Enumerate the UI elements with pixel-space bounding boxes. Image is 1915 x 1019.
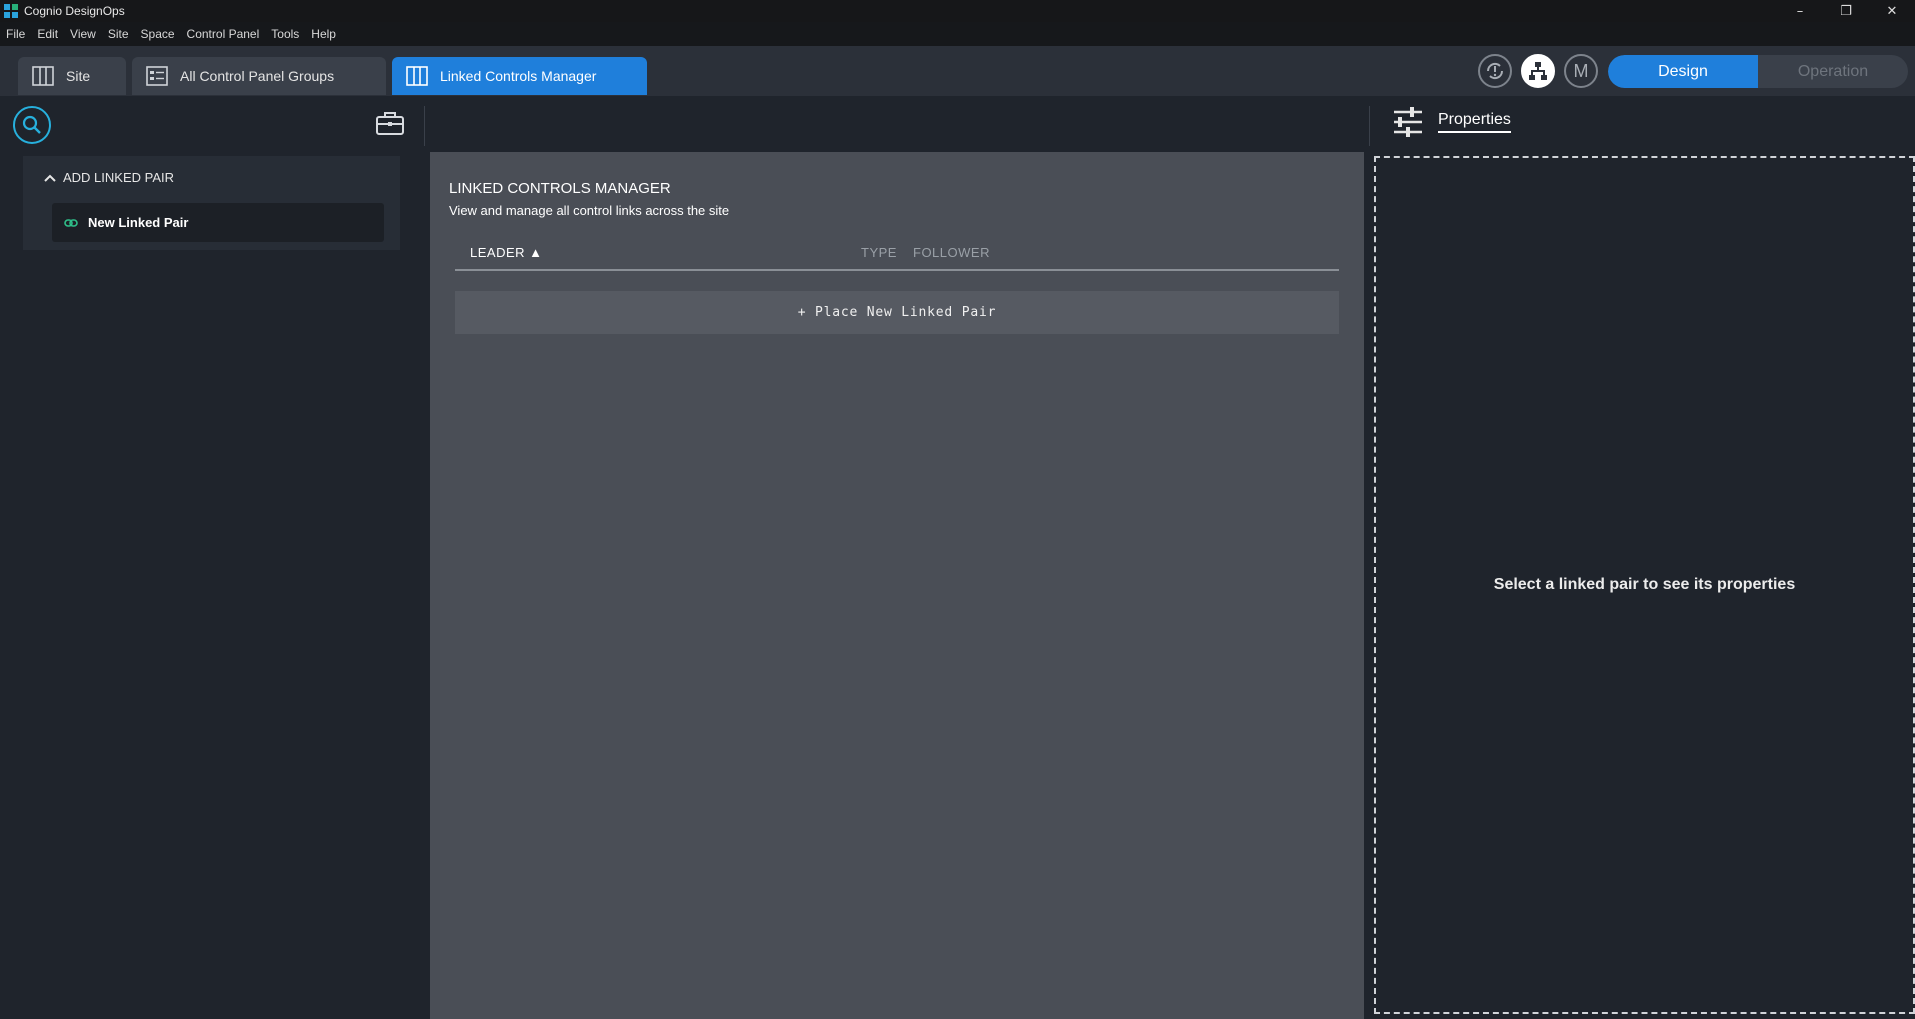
window-title: Cognio DesignOps bbox=[24, 4, 125, 18]
search-icon bbox=[22, 115, 41, 134]
section-header[interactable]: ADD LINKED PAIR bbox=[43, 170, 174, 185]
column-header-follower[interactable]: FOLLOWER bbox=[913, 245, 990, 260]
user-avatar[interactable]: M bbox=[1564, 54, 1598, 88]
columns-icon bbox=[32, 66, 54, 86]
menu-file[interactable]: File bbox=[6, 27, 25, 41]
column-header-leader[interactable]: LEADER ▲ bbox=[470, 245, 543, 260]
menu-control-panel[interactable]: Control Panel bbox=[187, 27, 260, 41]
search-button[interactable] bbox=[13, 106, 51, 144]
design-mode-button[interactable]: Design bbox=[1608, 55, 1758, 88]
maximize-button[interactable]: ❐ bbox=[1823, 0, 1869, 22]
control-panel-icon bbox=[146, 66, 168, 86]
sync-alert-icon bbox=[1486, 62, 1504, 80]
app-logo-icon bbox=[4, 4, 18, 18]
window-controls: – ❐ ✕ bbox=[1777, 0, 1915, 22]
page-subtitle: View and manage all control links across… bbox=[449, 203, 730, 218]
columns-icon bbox=[406, 66, 428, 86]
new-linked-pair-item[interactable]: New Linked Pair bbox=[52, 203, 384, 242]
tab-linked-controls-manager[interactable]: Linked Controls Manager bbox=[392, 57, 647, 95]
network-button[interactable] bbox=[1521, 54, 1555, 88]
linked-controls-manager: LINKED CONTROLS MANAGER View and manage … bbox=[430, 152, 1364, 1019]
menu-edit[interactable]: Edit bbox=[37, 27, 58, 41]
tab-site[interactable]: Site bbox=[18, 57, 126, 95]
table-header: LEADER ▲ TYPE FOLLOWER bbox=[455, 244, 1339, 271]
properties-label: Properties bbox=[1438, 111, 1511, 133]
link-icon bbox=[64, 218, 78, 227]
empty-properties-message: Select a linked pair to see its properti… bbox=[1493, 576, 1796, 593]
operation-mode-button[interactable]: Operation bbox=[1758, 55, 1908, 88]
sync-button[interactable] bbox=[1478, 54, 1512, 88]
new-linked-pair-label: New Linked Pair bbox=[88, 215, 189, 230]
menu-bar: File Edit View Site Space Control Panel … bbox=[0, 22, 1915, 46]
toolbar-divider bbox=[1369, 106, 1370, 146]
sliders-icon bbox=[1394, 107, 1422, 137]
place-new-linked-pair-button[interactable]: + Place New Linked Pair bbox=[455, 291, 1339, 334]
menu-space[interactable]: Space bbox=[141, 27, 175, 41]
add-linked-pair-section: ADD LINKED PAIR New Linked Pair bbox=[23, 156, 400, 250]
page-title: LINKED CONTROLS MANAGER bbox=[449, 180, 671, 197]
menu-view[interactable]: View bbox=[70, 27, 96, 41]
section-title: ADD LINKED PAIR bbox=[63, 170, 175, 185]
close-button[interactable]: ✕ bbox=[1869, 0, 1915, 22]
tab-label: All Control Panel Groups bbox=[180, 68, 335, 84]
tab-all-control-panel-groups[interactable]: All Control Panel Groups bbox=[132, 57, 386, 95]
mode-toggle: Design Operation bbox=[1608, 55, 1908, 88]
toolbar-divider bbox=[424, 106, 425, 146]
menu-tools[interactable]: Tools bbox=[271, 27, 299, 41]
minimize-button[interactable]: – bbox=[1777, 0, 1823, 22]
menu-site[interactable]: Site bbox=[108, 27, 129, 41]
toolbox-button[interactable] bbox=[375, 110, 405, 141]
title-bar: Cognio DesignOps – ❐ ✕ bbox=[0, 0, 1915, 22]
tab-label: Site bbox=[66, 68, 91, 84]
tab-label: Linked Controls Manager bbox=[440, 68, 597, 84]
network-icon bbox=[1529, 62, 1547, 80]
left-panel: ADD LINKED PAIR New Linked Pair bbox=[0, 152, 430, 1019]
chevron-up-icon bbox=[44, 174, 56, 182]
properties-panel: Select a linked pair to see its properti… bbox=[1364, 152, 1915, 1019]
properties-dropzone: Select a linked pair to see its properti… bbox=[1374, 156, 1915, 1014]
menu-help[interactable]: Help bbox=[311, 27, 336, 41]
column-header-type[interactable]: TYPE bbox=[861, 245, 897, 260]
tab-bar: Site All Control Panel Groups Linked Con… bbox=[0, 46, 1915, 96]
secondary-toolbar: Properties bbox=[0, 96, 1915, 152]
properties-tab[interactable]: Properties bbox=[1392, 106, 1511, 138]
briefcase-icon bbox=[376, 112, 404, 135]
